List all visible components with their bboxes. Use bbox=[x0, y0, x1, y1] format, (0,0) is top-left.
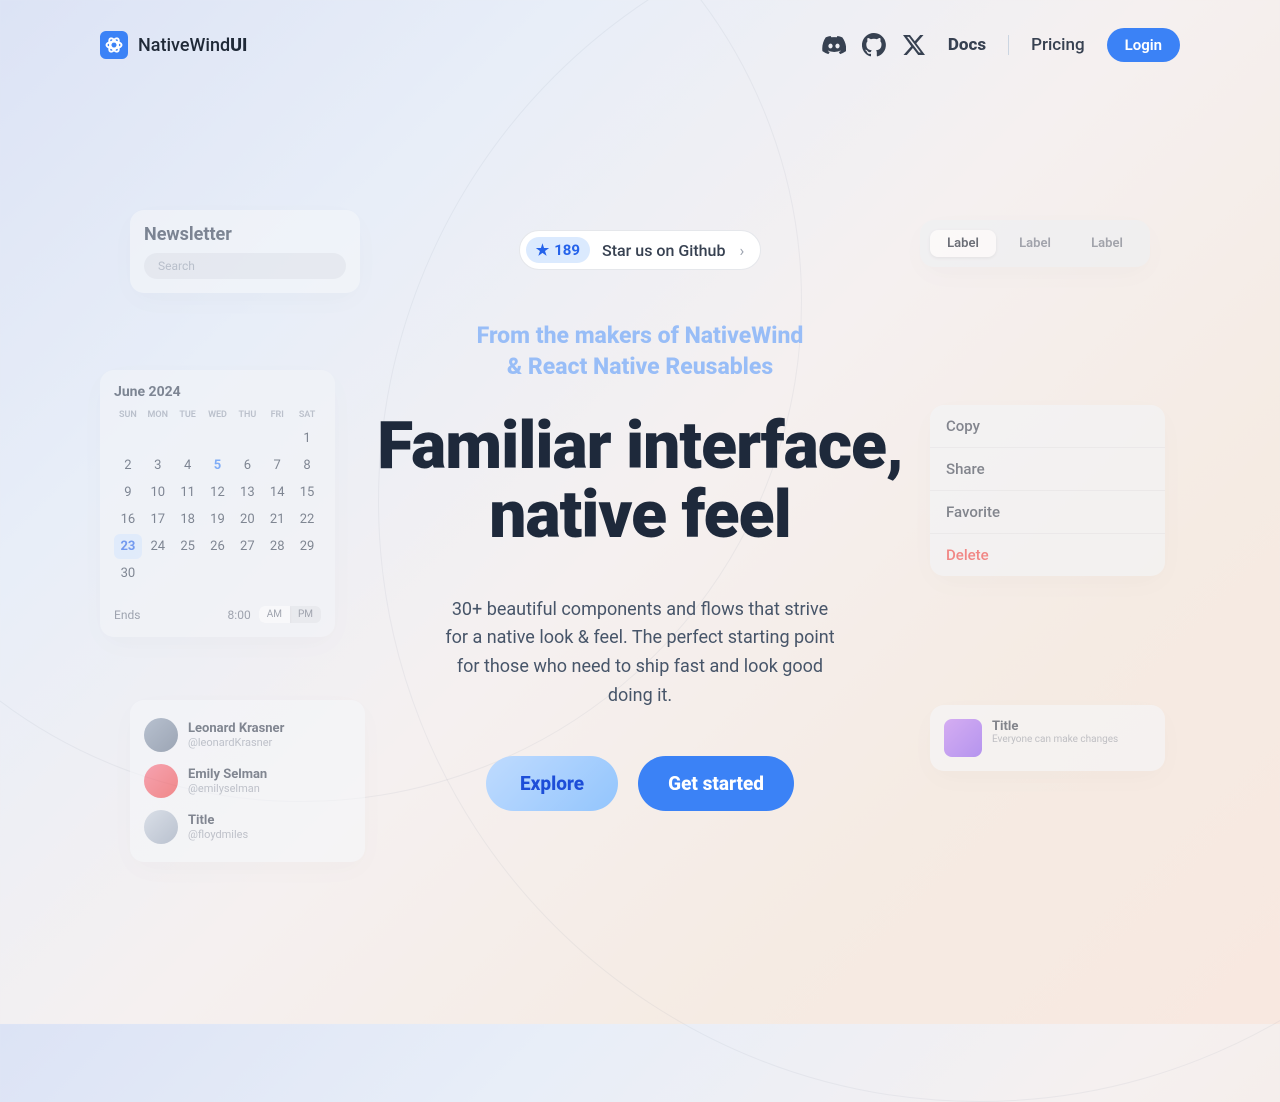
x-icon[interactable] bbox=[902, 33, 926, 57]
hero-headline: Familiar interface, native feel bbox=[377, 412, 903, 551]
star-label: Star us on Github bbox=[602, 241, 725, 260]
hero-section: ★ 189 Star us on Github › From the maker… bbox=[0, 90, 1280, 811]
tagline: From the makers of NativeWind & React Na… bbox=[477, 320, 804, 382]
star-count: 189 bbox=[554, 241, 580, 259]
nav-pricing[interactable]: Pricing bbox=[1031, 35, 1085, 55]
get-started-button[interactable]: Get started bbox=[638, 756, 794, 811]
logo-text: NativeWindUI bbox=[138, 35, 247, 56]
nav-docs[interactable]: Docs bbox=[948, 35, 986, 55]
star-icon: ★ bbox=[536, 241, 549, 259]
cta-row: Explore Get started bbox=[486, 756, 794, 811]
nav-right: Docs Pricing Login bbox=[822, 28, 1180, 62]
discord-icon[interactable] bbox=[822, 33, 846, 57]
github-icon[interactable] bbox=[862, 33, 886, 57]
hero-subtext: 30+ beautiful components and flows that … bbox=[440, 596, 840, 711]
logo-icon bbox=[100, 31, 128, 59]
logo[interactable]: NativeWindUI bbox=[100, 31, 247, 59]
login-button[interactable]: Login bbox=[1107, 28, 1180, 62]
nav-separator bbox=[1008, 35, 1009, 55]
github-star-pill[interactable]: ★ 189 Star us on Github › bbox=[519, 230, 762, 270]
main-header: NativeWindUI Docs Pricing Login bbox=[0, 0, 1280, 90]
chevron-right-icon: › bbox=[739, 241, 744, 260]
star-count-badge: ★ 189 bbox=[526, 237, 590, 263]
explore-button[interactable]: Explore bbox=[486, 756, 618, 811]
